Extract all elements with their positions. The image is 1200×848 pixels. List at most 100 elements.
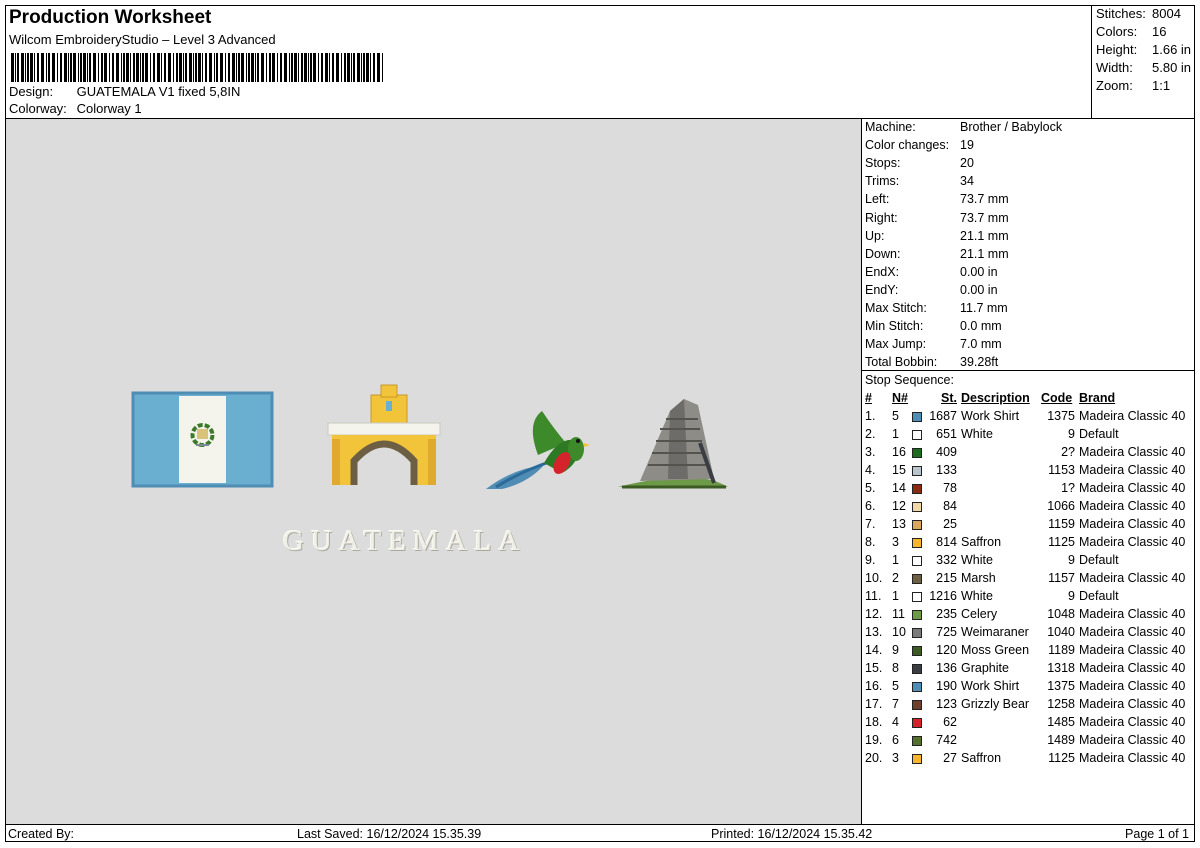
stop-code: 1066 [1047, 499, 1075, 513]
barcode-bar [344, 53, 346, 82]
stop-brand: Madeira Classic 40 [1079, 679, 1186, 693]
stop-sequence-header: # N# St. Description Code Brand [862, 389, 1191, 407]
color-swatch-box [912, 627, 922, 638]
machine-info-label: Machine: [865, 120, 916, 134]
stop-brand: Madeira Classic 40 [1079, 445, 1186, 459]
barcode-bar [21, 53, 24, 82]
col-description: Description [961, 391, 1030, 405]
stop-code: 1189 [1048, 643, 1075, 657]
barcode-bar [15, 53, 16, 82]
barcode-bar [232, 53, 235, 82]
machine-info-label: Left: [865, 192, 890, 207]
stop-index: 14. [865, 643, 883, 657]
stop-description: Moss Green [961, 643, 1030, 657]
barcode-bar [294, 53, 297, 82]
color-swatch-box [912, 573, 922, 584]
machine-info-label: EndY: [865, 282, 899, 297]
stop-code: 1489 [1047, 733, 1075, 747]
stop-index: 9. [865, 553, 876, 567]
machine-info-row: Down: 21.1 mm [865, 247, 1009, 261]
machine-info-value: 73.7 mm [960, 192, 1009, 207]
barcode-bar [351, 53, 352, 82]
machine-info-row: Max Stitch: 11.7 mm [865, 301, 1008, 315]
stop-brand: Madeira Classic 40 [1079, 751, 1186, 765]
stop-needle: 12 [892, 499, 906, 513]
stop-description [961, 443, 1041, 461]
barcode-bar [366, 53, 369, 82]
machine-info-value: 0.00 in [960, 282, 998, 297]
machine-info-row: EndY: 0.00 in [865, 283, 998, 297]
barcode-bar [205, 53, 207, 82]
barcode-bar [161, 53, 162, 82]
color-swatch [912, 731, 929, 749]
stop-brand: Madeira Classic 40 [1079, 643, 1186, 657]
color-swatch-box [912, 519, 922, 530]
barcode-bar [370, 53, 371, 82]
stop-brand: Madeira Classic 40 [1079, 463, 1186, 477]
stop-code: 1040 [1047, 625, 1075, 639]
stop-index: 12. [865, 607, 883, 621]
barcode-bar [126, 53, 129, 82]
stop-code: 1375 [1047, 409, 1075, 423]
stop-needle: 5 [892, 679, 899, 693]
barcode-bar [202, 53, 203, 82]
stop-stitches: 27 [943, 751, 957, 765]
stop-description: Grizzly Bear [961, 697, 1030, 711]
stop-stitches: 814 [936, 535, 957, 549]
machine-info-row: Color changes: 19 [865, 138, 974, 152]
barcode-bar [153, 53, 155, 82]
color-swatch-box [912, 645, 922, 656]
stop-needle: 14 [892, 481, 906, 495]
machine-info-label: Color changes: [865, 138, 950, 153]
barcode-bar [195, 53, 197, 82]
stop-index: 6. [865, 499, 876, 513]
barcode-bar [46, 53, 47, 82]
barcode-bar [301, 53, 303, 82]
stop-index: 13. [865, 625, 883, 639]
color-swatch-box [912, 429, 922, 440]
stop-stitches: 190 [936, 679, 957, 693]
stop-description [961, 461, 1041, 479]
color-swatch [912, 695, 929, 713]
barcode-bar [341, 53, 342, 82]
stop-description [961, 515, 1041, 533]
design-preview: GUATEMALA [6, 119, 861, 824]
color-swatch [912, 551, 929, 569]
barcode-bar [255, 53, 256, 82]
stop-stitches: 332 [936, 553, 957, 567]
stop-needle: 1 [892, 553, 899, 567]
color-swatch-box [912, 555, 922, 566]
stop-description: Work Shirt [961, 409, 1020, 423]
color-swatch-box [912, 447, 922, 458]
barcode-bar [150, 53, 151, 82]
stop-sequence-row: 16. 5 190 Work Shirt 1375 Madeira Classic 40 [862, 677, 1191, 695]
color-swatch [912, 713, 929, 731]
barcode-bar [277, 53, 278, 82]
barcode-bar [89, 53, 91, 82]
stop-brand: Madeira Classic 40 [1079, 733, 1186, 747]
stop-sequence-row: 4. 15 133 1153 Madeira Classic 40 [862, 461, 1191, 479]
stop-brand: Madeira Classic 40 [1079, 625, 1186, 639]
barcode-bar [133, 53, 135, 82]
stop-needle: 6 [892, 733, 899, 747]
barcode-bar [176, 53, 178, 82]
barcode-bar [80, 53, 82, 82]
color-swatch-box [912, 735, 922, 746]
stop-brand: Default [1079, 427, 1119, 441]
barcode-bar [257, 53, 259, 82]
machine-info-value: Brother / Babylock [960, 120, 1063, 134]
barcode-bar [11, 53, 14, 82]
stop-sequence-title: Stop Sequence: [865, 373, 954, 387]
stop-code: 1125 [1048, 751, 1075, 765]
col-code: Code [1041, 391, 1073, 405]
machine-info-row: Left: 73.7 mm [865, 192, 1009, 206]
stop-index: 15. [865, 661, 883, 675]
design-value: GUATEMALA V1 fixed 5,8IN [76, 84, 241, 99]
barcode-bar [225, 53, 226, 82]
machine-info-label: Min Stitch: [865, 319, 924, 334]
stop-needle: 10 [892, 625, 906, 639]
barcode-bar [130, 53, 131, 82]
stop-brand: Madeira Classic 40 [1079, 571, 1186, 585]
colorway-label: Colorway: [9, 101, 67, 116]
barcode-bar [238, 53, 240, 82]
